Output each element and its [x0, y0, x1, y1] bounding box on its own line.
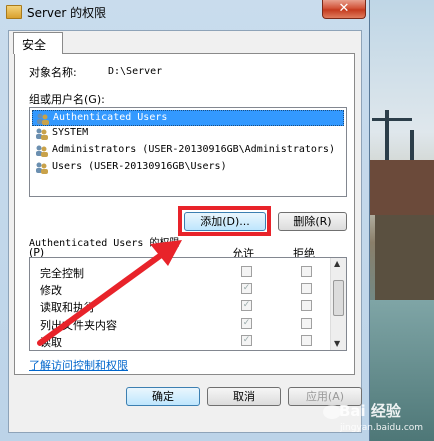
watermark-text: Bai 经验 — [339, 402, 401, 420]
annotation-arrow-icon — [37, 240, 182, 346]
tab-security[interactable]: 安全 — [13, 32, 63, 54]
watermark-url: jingyan.baidu.com — [340, 423, 424, 433]
